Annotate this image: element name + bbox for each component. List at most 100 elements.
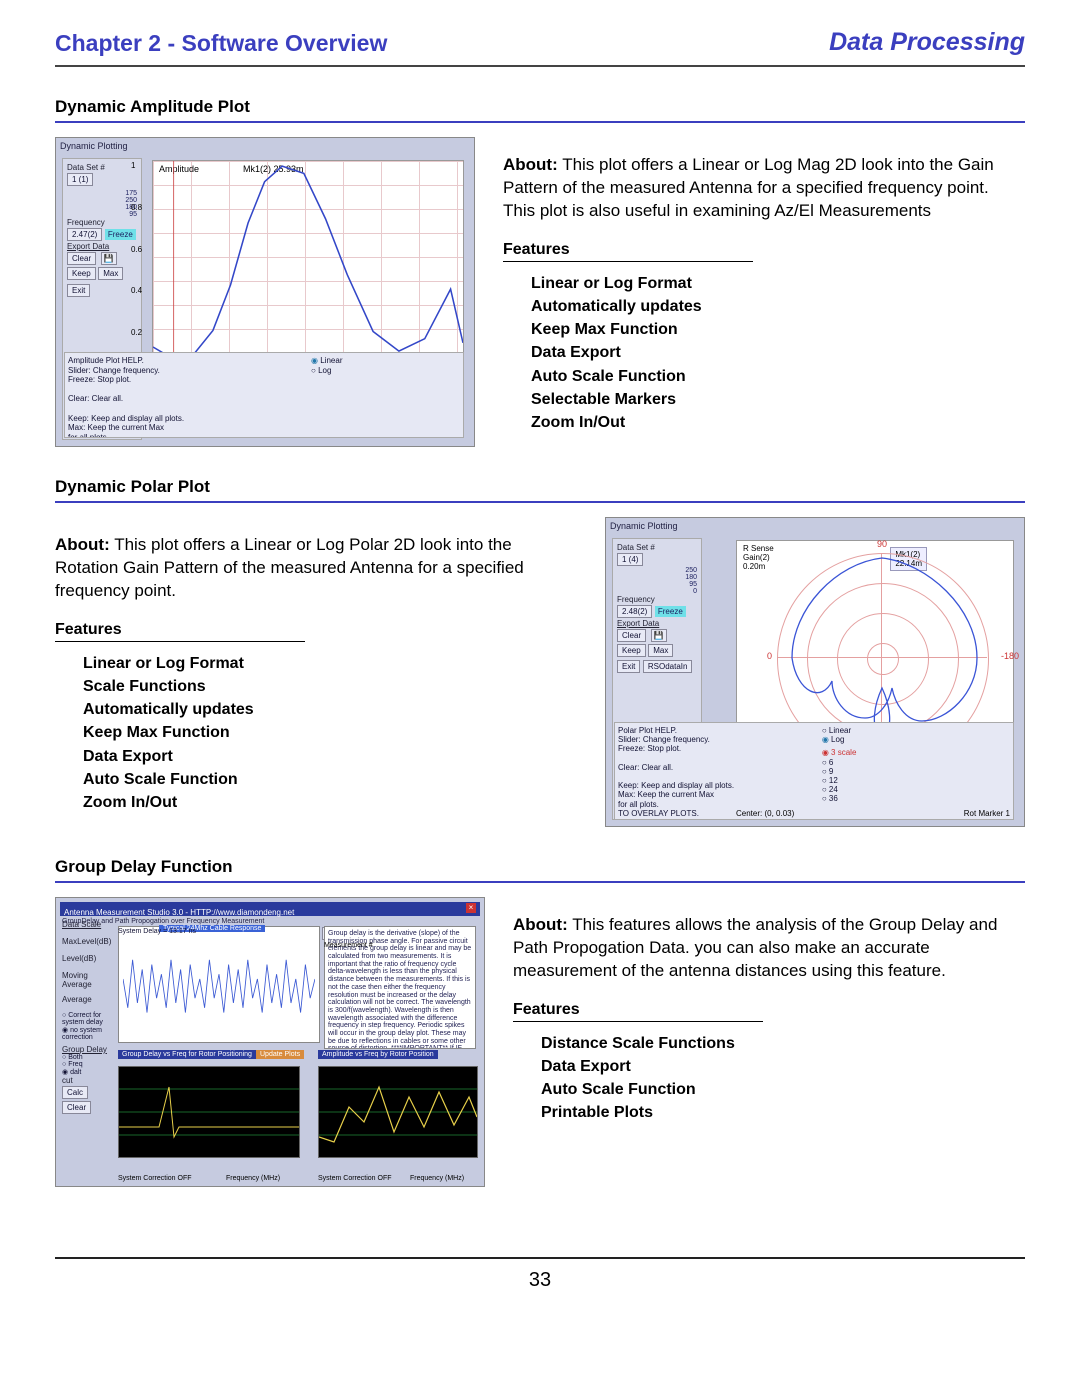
fig3-radio-freq[interactable]: Freq: [68, 1061, 82, 1068]
features-list-1: Linear or Log Format Automatically updat…: [503, 272, 1025, 434]
fig1-max-button[interactable]: Max: [98, 267, 123, 280]
feature-item: Distance Scale Functions: [541, 1032, 1025, 1055]
fig2-dataset-value[interactable]: 1 (4): [617, 553, 643, 566]
fig1-dataset-label: Data Set #: [67, 163, 137, 172]
feature-item: Linear or Log Format: [531, 272, 1025, 295]
feature-item: Linear or Log Format: [83, 652, 577, 675]
fig3-plot-b: [118, 1066, 300, 1158]
fig2-help-text: Polar Plot HELP. Slider: Change frequenc…: [618, 726, 806, 820]
ytick: 0.2: [131, 328, 142, 337]
fig3-clear-button[interactable]: Clear: [62, 1101, 91, 1114]
about-text: This plot offers a Linear or Log Polar 2…: [55, 535, 524, 600]
fig1-exit-button[interactable]: Exit: [67, 284, 90, 297]
fig3-footer-r: System Correction OFF: [318, 1175, 392, 1182]
fig2-tick: 0: [617, 588, 697, 595]
fig2-clear-button[interactable]: Clear: [617, 629, 646, 642]
fig2-radio-linear[interactable]: Linear: [829, 726, 851, 735]
fig3-footer-c: Frequency (MHz): [226, 1175, 280, 1182]
fig3-radio1[interactable]: Correct for system delay: [62, 1012, 103, 1026]
fig2-gainval: 0.20m: [743, 562, 774, 571]
fig1-freq-value[interactable]: 2.47(2): [67, 228, 102, 241]
figure-amplitude-plot: Dynamic Plotting Data Set # 1 (1) 175 25…: [55, 137, 475, 447]
about-label: About:: [503, 155, 558, 174]
fig2-center-val: (0, 0.03): [764, 809, 794, 818]
fig3-left-panel: Data Scale MaxLevel(dB) Level(dB) Moving…: [62, 920, 114, 1180]
fig1-keep-button[interactable]: Keep: [67, 267, 96, 280]
fig2-help-area: Polar Plot HELP. Slider: Change frequenc…: [614, 722, 1014, 820]
fig3-curve-b: [119, 1067, 299, 1157]
features-list-3: Distance Scale Functions Data Export Aut…: [513, 1032, 1025, 1125]
fig2-radio-log[interactable]: Log: [831, 735, 844, 744]
fig2-export-label: Export Data: [617, 619, 697, 628]
fig2-max-button[interactable]: Max: [648, 644, 673, 657]
feature-item: Data Export: [531, 341, 1025, 364]
figure-polar-plot: Dynamic Plotting Data Set # 1 (4) 250 18…: [605, 517, 1025, 827]
fig3-footer-l: System Correction OFF: [118, 1175, 192, 1182]
fig1-tick: 250: [67, 197, 137, 204]
fig2-freeze-button[interactable]: Freeze: [655, 606, 686, 617]
fig3-calc-button[interactable]: Calc: [62, 1086, 88, 1099]
fig3-avg: Average: [62, 995, 114, 1004]
angle-90: 90: [877, 539, 887, 549]
fig3-cut: cut: [62, 1076, 114, 1085]
features-list-2: Linear or Log Format Scale Functions Aut…: [55, 652, 577, 814]
ytick: 0.8: [131, 203, 142, 212]
feature-item: Automatically updates: [531, 295, 1025, 318]
fig3-plot-top: Typical 24Mhz Cable Response: [118, 926, 320, 1043]
fig1-curve: [153, 161, 463, 368]
fig3-radio-dalt[interactable]: dalt: [70, 1069, 81, 1076]
fig2-scale-36[interactable]: 36: [829, 794, 838, 803]
amplitude-about: About: This plot offers a Linear or Log …: [503, 154, 1025, 223]
fig2-scale-24[interactable]: 24: [829, 785, 838, 794]
fig3-update-button[interactable]: Update Plots: [256, 1050, 304, 1059]
fig2-save-icon[interactable]: 💾: [651, 629, 667, 642]
fig2-scale-12[interactable]: 12: [829, 776, 838, 785]
fig2-scale-9[interactable]: 9: [829, 767, 833, 776]
fig3-squiggle-a: [123, 931, 315, 1037]
feature-item: Zoom In/Out: [531, 411, 1025, 434]
fig1-window-title: Dynamic Plotting: [60, 141, 128, 151]
features-heading-3: Features: [513, 1001, 763, 1022]
fig1-clear-button[interactable]: Clear: [67, 252, 96, 265]
fig3-window-title: Antenna Measurement Studio 3.0 - HTTP://…: [60, 908, 294, 917]
fig2-window-title: Dynamic Plotting: [610, 521, 678, 531]
fig2-tick: 250: [617, 567, 697, 574]
feature-item: Automatically updates: [83, 698, 577, 721]
fig3-curve-c: [319, 1067, 477, 1157]
subheading-amplitude: Dynamic Amplitude Plot: [55, 97, 1025, 123]
fig2-tick: 95: [617, 581, 697, 588]
fig2-rsens: R Sense: [743, 544, 774, 553]
fig2-freq-value[interactable]: 2.48(2): [617, 605, 652, 618]
fig3-plotc-title: Amplitude vs Freq by Rotor Position: [318, 1050, 438, 1059]
about-label: About:: [513, 915, 568, 934]
fig3-radio2[interactable]: no system correction: [62, 1027, 102, 1041]
fig2-dataset-label: Data Set #: [617, 543, 697, 552]
subheading-polar: Dynamic Polar Plot: [55, 477, 1025, 503]
fig3-radio-both[interactable]: Both: [68, 1054, 82, 1061]
feature-item: Printable Plots: [541, 1101, 1025, 1124]
fig1-save-icon[interactable]: 💾: [101, 252, 117, 265]
fig2-scale-3[interactable]: 3 scale: [831, 748, 856, 757]
fig1-radio-log[interactable]: Log: [318, 366, 331, 375]
figure-group-delay: Antenna Measurement Studio 3.0 - HTTP://…: [55, 897, 485, 1187]
fig1-tick: 175: [67, 190, 137, 197]
features-heading-2: Features: [55, 621, 305, 642]
fig1-dataset-value[interactable]: 1 (1): [67, 173, 93, 186]
angle-m180: -180: [1001, 651, 1019, 661]
fig2-rsodatain[interactable]: RSOdataIn: [643, 660, 693, 673]
polar-about: About: This plot offers a Linear or Log …: [55, 534, 577, 603]
feature-item: Keep Max Function: [531, 318, 1025, 341]
features-heading-1: Features: [503, 241, 753, 262]
close-icon[interactable]: ×: [466, 903, 476, 913]
fig2-keep-button[interactable]: Keep: [617, 644, 646, 657]
fig1-export-label: Export Data: [67, 242, 137, 251]
fig2-scale-6[interactable]: 6: [829, 758, 833, 767]
fig2-center-lbl: Center:: [736, 809, 762, 818]
subheading-groupdelay: Group Delay Function: [55, 857, 1025, 883]
section-title: Data Processing: [829, 28, 1025, 57]
fig3-plotb-title: Group Delay vs Freq for Rotor Positionin…: [118, 1050, 256, 1059]
fig3-movavg: Moving Average: [62, 971, 114, 989]
fig2-exit-button[interactable]: Exit: [617, 660, 640, 673]
fig1-radio-linear[interactable]: Linear: [320, 356, 342, 365]
groupdelay-about: About: This features allows the analysis…: [513, 914, 1025, 983]
